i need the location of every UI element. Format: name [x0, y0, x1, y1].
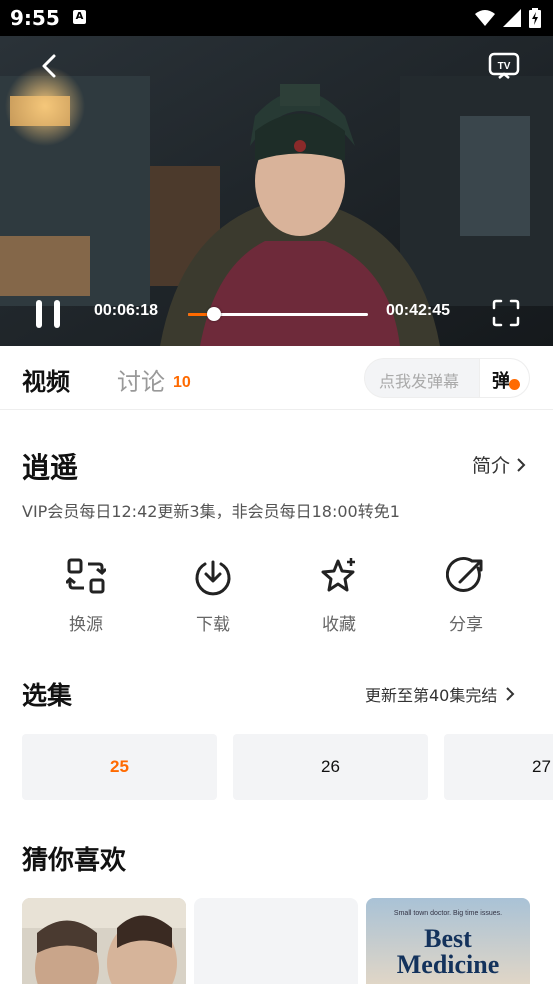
signal-icon	[503, 9, 521, 27]
rec-tagline: Small town doctor. Big time issues.	[393, 910, 503, 917]
episodes-title: 选集	[22, 681, 73, 710]
duration-time: 00:42:45	[386, 302, 451, 319]
notification-icon: A	[73, 10, 86, 24]
content-tabs: 视频 讨论 10 点我发弹幕 弹	[0, 346, 553, 410]
episodes-status: 更新至第40集完结	[365, 686, 498, 705]
status-bar: 9:55 A	[0, 0, 553, 36]
svg-text:TV: TV	[498, 61, 511, 72]
danmaku-input[interactable]: 点我发弹幕 弹	[364, 358, 530, 398]
switch-source-button[interactable]: 换源	[46, 556, 126, 635]
chevron-right-icon	[506, 687, 515, 701]
rec-poster-title-line2: Medicine	[396, 950, 500, 979]
download-icon	[195, 560, 231, 596]
wifi-icon	[475, 10, 495, 26]
battery-icon	[529, 8, 541, 28]
episodes-more-link[interactable]: 更新至第40集完结	[365, 682, 515, 706]
episode-list: 25 26 27	[22, 734, 553, 800]
progress-thumb[interactable]	[207, 307, 222, 321]
download-button[interactable]: 下载	[173, 556, 253, 635]
recommend-title: 猜你喜欢	[22, 846, 127, 876]
intro-link[interactable]: 简介	[472, 451, 526, 478]
status-icons	[475, 8, 541, 28]
tab-video[interactable]: 视频	[22, 362, 70, 397]
danmaku-button-label: 弹	[492, 371, 510, 392]
danmaku-toggle-button[interactable]: 弹	[479, 359, 529, 397]
download-label: 下载	[196, 615, 230, 635]
update-schedule: VIP会员每日12:42更新3集，非会员每日18:00转免1	[22, 502, 400, 521]
recommend-list: Small town doctor. Big time issues. Best…	[22, 898, 553, 984]
video-player[interactable]: TV 00:06:18 00:42:45	[0, 36, 553, 346]
favorite-label: 收藏	[322, 615, 356, 635]
episode-item[interactable]: 26	[233, 734, 428, 800]
rec-card-1[interactable]	[22, 898, 186, 984]
action-row: 换源 下载 收藏 分享	[0, 556, 553, 636]
switch-source-icon	[66, 558, 106, 594]
progress-bar[interactable]	[188, 307, 368, 321]
pause-bar-icon	[54, 300, 60, 328]
episode-item[interactable]: 27	[444, 734, 553, 800]
share-icon	[446, 556, 483, 592]
back-icon[interactable]	[36, 52, 64, 80]
share-label: 分享	[449, 615, 483, 635]
current-time: 00:06:18	[94, 302, 159, 319]
status-time: 9:55	[10, 6, 60, 30]
chevron-right-icon	[517, 457, 526, 472]
star-icon	[321, 558, 355, 592]
share-button[interactable]: 分享	[426, 556, 506, 635]
player-controls: 00:06:18 00:42:45	[0, 288, 553, 346]
danmaku-on-indicator-icon	[509, 379, 520, 390]
favorite-button[interactable]: 收藏	[299, 556, 379, 635]
rec-poster-1	[22, 898, 186, 984]
discussion-count-badge: 10	[173, 374, 191, 391]
intro-label: 简介	[472, 455, 511, 477]
tab-discussion[interactable]: 讨论	[117, 362, 165, 397]
episode-item[interactable]: 25	[22, 734, 217, 800]
rec-card-2[interactable]	[194, 898, 358, 984]
pause-button[interactable]	[34, 300, 64, 328]
danmaku-placeholder: 点我发弹幕	[379, 372, 460, 391]
pause-bar-icon	[36, 300, 42, 328]
rec-card-3[interactable]: Small town doctor. Big time issues. Best…	[366, 898, 530, 984]
show-title: 逍遥	[22, 451, 79, 484]
switch-source-label: 换源	[69, 615, 103, 635]
tv-cast-icon[interactable]: TV	[488, 52, 520, 80]
fullscreen-icon[interactable]	[492, 299, 520, 327]
